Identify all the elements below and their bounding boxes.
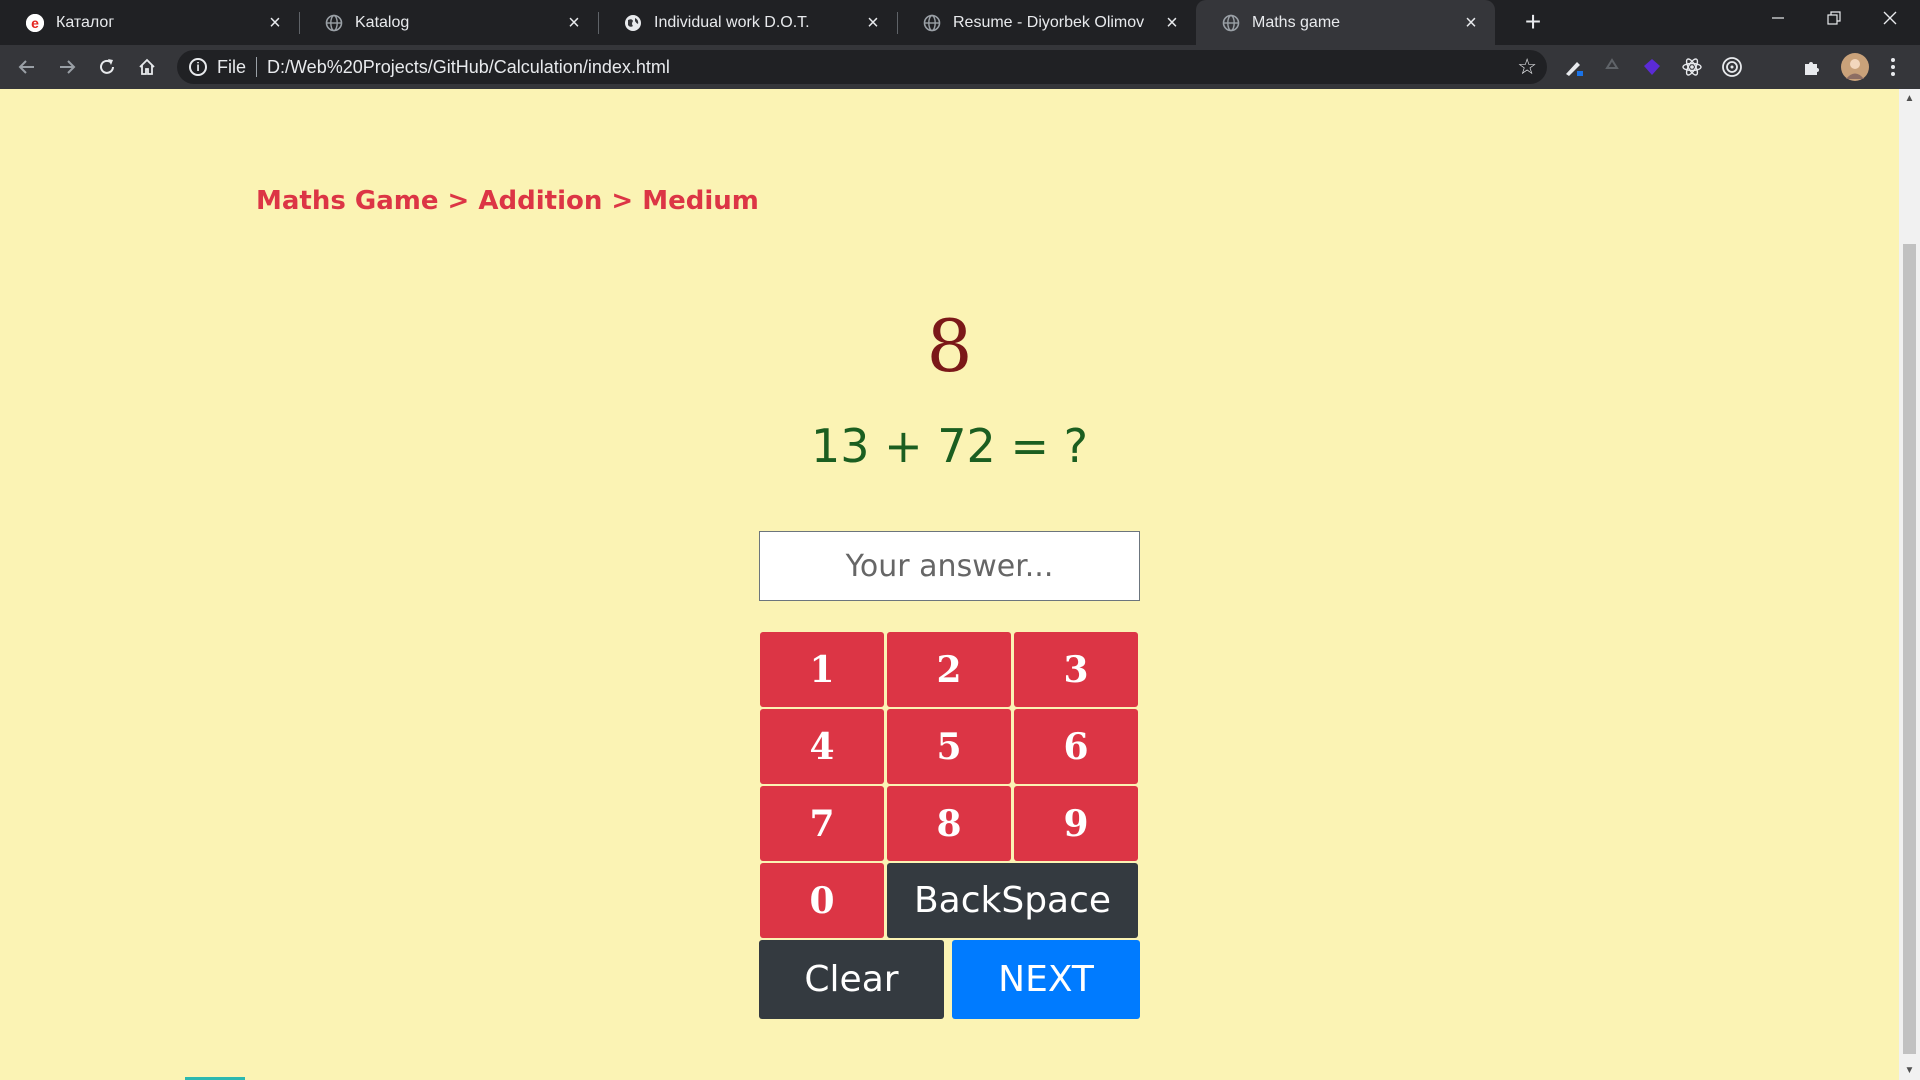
new-tab-button[interactable]: + — [1519, 8, 1547, 36]
digit-0-button[interactable]: 0 — [760, 863, 884, 938]
browser-toolbar: i File D:/Web%20Projects/GitHub/Calculat… — [0, 45, 1920, 89]
reload-icon — [100, 59, 114, 74]
tab-strip: e Каталог × Katalog × Individual work D.… — [0, 0, 1920, 45]
forward-button[interactable] — [51, 51, 83, 83]
globe-icon — [1222, 14, 1240, 32]
yandex-icon: e — [26, 13, 44, 32]
vertical-scrollbar[interactable]: ▲ ▼ — [1899, 89, 1920, 1080]
gem-extension-icon[interactable] — [1640, 55, 1664, 79]
reload-button[interactable] — [91, 51, 123, 83]
countdown-timer: 8 — [926, 304, 973, 388]
page-viewport: Maths Game > Addition > Medium 8 13 + 72… — [0, 89, 1899, 1080]
tab-title: Resume - Diyorbek Olimov — [953, 13, 1145, 31]
globe-icon — [624, 14, 642, 32]
globe-icon — [923, 14, 941, 32]
scheme-label: File — [217, 56, 247, 77]
forward-arrow-icon — [60, 60, 76, 74]
react-devtools-icon[interactable] — [1680, 55, 1704, 79]
clear-button[interactable]: Clear — [759, 940, 944, 1019]
digit-9-button[interactable]: 9 — [1014, 786, 1138, 861]
scroll-down-arrow-icon[interactable]: ▼ — [1899, 1065, 1920, 1076]
scrollbar-thumb[interactable] — [1903, 244, 1916, 1054]
next-button[interactable]: NEXT — [952, 940, 1140, 1019]
tab-maths-game[interactable]: Maths game × — [1196, 0, 1495, 45]
digit-4-button[interactable]: 4 — [760, 709, 884, 784]
tab-title: Каталог — [56, 13, 115, 31]
profile-avatar[interactable] — [1841, 53, 1869, 81]
close-tab-icon[interactable]: × — [1461, 13, 1481, 33]
math-question: 13 + 72 = ? — [810, 419, 1089, 473]
close-tab-icon[interactable]: × — [564, 13, 584, 33]
target-extension-icon[interactable] — [1720, 55, 1744, 79]
digit-2-button[interactable]: 2 — [887, 632, 1011, 707]
digit-1-button[interactable]: 1 — [760, 632, 884, 707]
minimize-button[interactable] — [1750, 0, 1806, 40]
extensions-puzzle-icon[interactable] — [1800, 55, 1824, 79]
site-info-icon[interactable]: i — [189, 58, 207, 76]
close-tab-icon[interactable]: × — [265, 13, 285, 33]
url-text: D:/Web%20Projects/GitHub/Calculation/ind… — [267, 56, 670, 77]
digit-8-button[interactable]: 8 — [887, 786, 1011, 861]
back-button[interactable] — [11, 51, 43, 83]
close-tab-icon[interactable]: × — [863, 13, 883, 33]
scroll-up-arrow-icon[interactable]: ▲ — [1899, 93, 1920, 104]
home-button[interactable] — [131, 51, 163, 83]
close-icon — [1883, 11, 1897, 25]
answer-input[interactable] — [759, 531, 1140, 601]
tab-title: Individual work D.O.T. — [654, 13, 810, 31]
tab-title: Katalog — [355, 13, 410, 31]
digit-5-button[interactable]: 5 — [887, 709, 1011, 784]
globe-icon — [325, 14, 343, 32]
close-tab-icon[interactable]: × — [1162, 13, 1182, 33]
home-icon — [139, 58, 155, 75]
tab-resume[interactable]: Resume - Diyorbek Olimov × — [897, 0, 1196, 45]
restore-icon — [1827, 11, 1841, 25]
bookmark-star-icon[interactable]: ☆ — [1517, 54, 1537, 80]
digit-7-button[interactable]: 7 — [760, 786, 884, 861]
backspace-button[interactable]: BackSpace — [887, 863, 1138, 938]
minimize-icon — [1772, 17, 1784, 19]
address-divider — [256, 57, 258, 77]
tab-individual-work[interactable]: Individual work D.O.T. × — [598, 0, 898, 45]
recycle-extension-icon[interactable] — [1600, 55, 1624, 79]
close-window-button[interactable] — [1862, 0, 1918, 40]
tab-katalog-ru[interactable]: e Каталог × — [0, 0, 300, 45]
tab-katalog[interactable]: Katalog × — [299, 0, 599, 45]
digit-3-button[interactable]: 3 — [1014, 632, 1138, 707]
svg-text:e: e — [31, 15, 39, 31]
digit-6-button[interactable]: 6 — [1014, 709, 1138, 784]
restore-button[interactable] — [1806, 0, 1862, 40]
back-arrow-icon — [18, 60, 34, 74]
tab-title: Maths game — [1252, 13, 1341, 31]
pen-extension-icon[interactable] — [1562, 55, 1586, 79]
menu-kebab-icon[interactable] — [1881, 55, 1905, 79]
address-bar[interactable]: i File D:/Web%20Projects/GitHub/Calculat… — [177, 50, 1547, 84]
breadcrumb: Maths Game > Addition > Medium — [256, 186, 759, 216]
